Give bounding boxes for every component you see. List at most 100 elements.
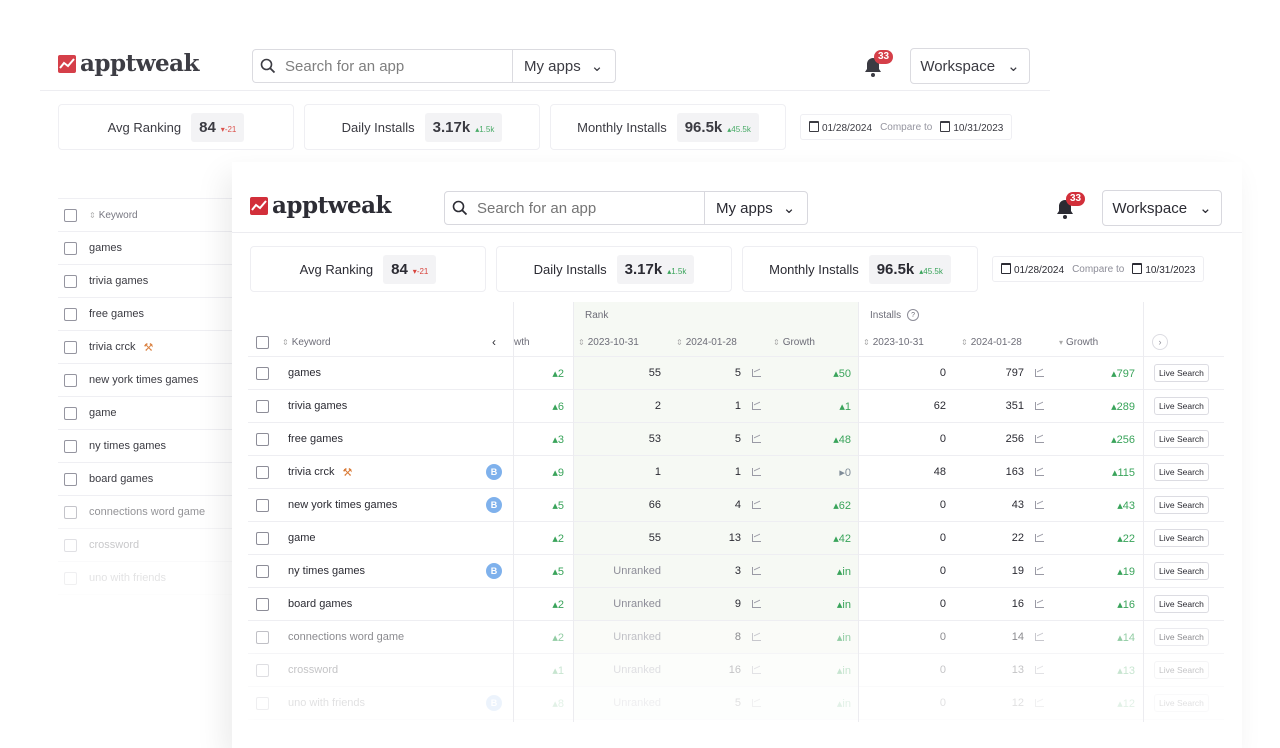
list-item[interactable]: trivia crck ⚒	[58, 331, 248, 364]
rank-chart-icon[interactable]	[744, 588, 761, 620]
table-row[interactable]: free games ▴3 53 5 ▴48 0 256 ▴256 Live Search	[248, 423, 1224, 456]
live-search-button[interactable]: Live Search	[1154, 496, 1209, 514]
row-checkbox-wrap[interactable]	[256, 390, 269, 422]
keyword-cell[interactable]: games	[288, 357, 321, 389]
growth-column-header-partial[interactable]: wth	[514, 328, 530, 356]
workspace-dropdown[interactable]: Workspace ⌄	[1102, 190, 1222, 226]
row-checkbox[interactable]	[256, 696, 269, 710]
row-checkbox[interactable]	[256, 465, 269, 479]
row-checkbox-wrap[interactable]	[256, 423, 269, 455]
help-icon[interactable]: ?	[907, 309, 920, 321]
rank-chart-icon[interactable]	[744, 522, 761, 554]
collapse-left-icon[interactable]: ‹	[492, 328, 496, 356]
keyword-cell[interactable]: free games	[288, 423, 343, 455]
date-range-picker[interactable]: 01/28/2024 Compare to 10/31/2023	[992, 256, 1205, 282]
search-box[interactable]: My apps ⌄	[444, 191, 808, 225]
inst-cur-column-header[interactable]: ⇕ 2024-01-28	[961, 328, 1022, 356]
rank-chart-icon[interactable]	[744, 390, 761, 422]
rank-chart-icon[interactable]	[744, 456, 761, 488]
live-search-button-wrap[interactable]: Live Search	[1154, 687, 1209, 719]
live-search-button-wrap[interactable]: Live Search	[1154, 522, 1209, 554]
rank-prev-column-header[interactable]: ⇕ 2023-10-31	[578, 328, 639, 356]
rank-chart-icon[interactable]	[744, 687, 761, 719]
live-search-button[interactable]: Live Search	[1154, 628, 1209, 646]
rank-chart-icon[interactable]	[744, 489, 761, 521]
live-search-button[interactable]: Live Search	[1154, 397, 1209, 415]
rank-chart-icon[interactable]	[744, 621, 761, 653]
live-search-button-wrap[interactable]: Live Search	[1154, 390, 1209, 422]
rank-chart-icon[interactable]	[744, 357, 761, 389]
row-checkbox-wrap[interactable]	[256, 555, 269, 587]
rank-growth-column-header[interactable]: ⇕ Growth	[773, 328, 815, 356]
keyword-cell[interactable]: trivia crck ⚒	[288, 456, 352, 488]
keyword-cell[interactable]: connections word game	[288, 621, 404, 653]
keyword-cell[interactable]: trivia games	[288, 390, 347, 422]
rank-cur-column-header[interactable]: ⇕ 2024-01-28	[676, 328, 737, 356]
row-checkbox[interactable]	[64, 406, 77, 420]
live-search-button-wrap[interactable]: Live Search	[1154, 621, 1209, 653]
table-row[interactable]: trivia crck ⚒ B ▴9 1 1 ▸0 48 163 ▴115 Live Search	[248, 456, 1224, 489]
live-search-button-wrap[interactable]: Live Search	[1154, 456, 1209, 488]
row-checkbox-wrap[interactable]	[256, 357, 269, 389]
row-checkbox[interactable]	[256, 498, 269, 512]
list-item[interactable]: game	[58, 397, 248, 430]
live-search-button-wrap[interactable]: Live Search	[1154, 357, 1209, 389]
row-checkbox-wrap[interactable]	[256, 456, 269, 488]
row-checkbox[interactable]	[64, 439, 77, 453]
rank-chart-icon[interactable]	[744, 423, 761, 455]
installs-chart-icon[interactable]	[1027, 489, 1044, 521]
search-input[interactable]	[283, 56, 512, 76]
list-item[interactable]: trivia games	[58, 265, 248, 298]
date-previous[interactable]: 10/31/2023	[1132, 262, 1195, 276]
table-row[interactable]: game ▴2 55 13 ▴42 0 22 ▴22 Live Search	[248, 522, 1224, 555]
live-search-button[interactable]: Live Search	[1154, 430, 1209, 448]
row-checkbox[interactable]	[256, 630, 269, 644]
live-search-button-wrap[interactable]: Live Search	[1154, 423, 1209, 455]
row-checkbox[interactable]	[256, 366, 269, 380]
live-search-button[interactable]: Live Search	[1154, 463, 1209, 481]
workspace-dropdown[interactable]: Workspace ⌄	[910, 48, 1030, 84]
row-checkbox[interactable]	[64, 241, 77, 255]
installs-chart-icon[interactable]	[1027, 522, 1044, 554]
search-input[interactable]	[475, 198, 704, 218]
installs-chart-icon[interactable]	[1027, 390, 1044, 422]
row-checkbox[interactable]	[64, 571, 77, 585]
keyword-cell[interactable]: uno with friends	[288, 687, 365, 719]
keyword-cell[interactable]: crossword	[288, 654, 338, 686]
back-search-box[interactable]: My apps ⌄	[252, 49, 616, 83]
table-row[interactable]: crossword ▴1 Unranked 16 ▴in 0 13 ▴13 Live Searc…	[248, 654, 1224, 687]
list-item[interactable]: uno with friends	[58, 562, 248, 595]
date-previous[interactable]: 10/31/2023	[940, 120, 1003, 134]
row-checkbox-wrap[interactable]	[256, 687, 269, 719]
installs-chart-icon[interactable]	[1027, 588, 1044, 620]
live-search-button[interactable]: Live Search	[1154, 562, 1209, 580]
list-item[interactable]: crossword	[58, 529, 248, 562]
my-apps-dropdown[interactable]: My apps ⌄	[704, 192, 795, 224]
row-checkbox[interactable]	[256, 597, 269, 611]
keyword-cell[interactable]: ny times games	[288, 555, 365, 587]
list-item[interactable]: new york times games	[58, 364, 248, 397]
inst-growth-column-header[interactable]: ▾ Growth	[1059, 328, 1098, 356]
row-checkbox[interactable]	[64, 274, 77, 288]
installs-chart-icon[interactable]	[1027, 687, 1044, 719]
installs-chart-icon[interactable]	[1027, 456, 1044, 488]
date-current[interactable]: 01/28/2024	[1001, 262, 1064, 276]
row-checkbox-wrap[interactable]	[256, 621, 269, 653]
row-checkbox-wrap[interactable]	[256, 588, 269, 620]
installs-chart-icon[interactable]	[1027, 654, 1044, 686]
list-item[interactable]: games	[58, 232, 248, 265]
list-item[interactable]: board games	[58, 463, 248, 496]
select-all-checkbox[interactable]	[64, 208, 77, 222]
row-checkbox[interactable]	[64, 472, 77, 486]
live-search-button[interactable]: Live Search	[1154, 661, 1209, 679]
installs-chart-icon[interactable]	[1027, 357, 1044, 389]
notification-bell-icon[interactable]: 33	[862, 50, 894, 80]
select-all-checkbox[interactable]	[256, 335, 269, 349]
row-checkbox[interactable]	[256, 564, 269, 578]
my-apps-dropdown[interactable]: My apps ⌄	[512, 50, 603, 82]
table-row[interactable]: connections word game ▴2 Unranked 8 ▴in 0 14 ▴1…	[248, 621, 1224, 654]
date-current[interactable]: 01/28/2024	[809, 120, 872, 134]
live-search-button[interactable]: Live Search	[1154, 364, 1209, 382]
live-search-button[interactable]: Live Search	[1154, 694, 1209, 712]
list-item[interactable]: free games	[58, 298, 248, 331]
